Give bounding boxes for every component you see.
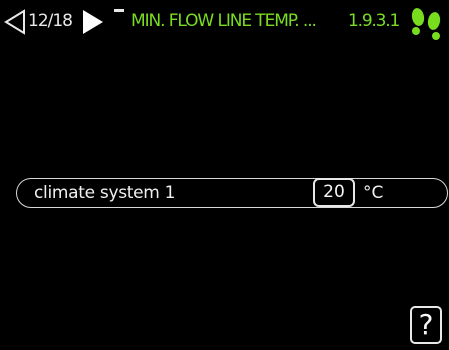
nav-back-icon[interactable] xyxy=(4,9,26,35)
header-bar: 12/18 MIN. FLOW LINE TEMP. ... 1.9.3.1 xyxy=(0,0,449,44)
setting-row-climate-system-1[interactable]: climate system 1 20 °C xyxy=(16,178,448,208)
menu-title: MIN. FLOW LINE TEMP. ... xyxy=(131,11,317,31)
menu-number: 1.9.3.1 xyxy=(348,11,400,31)
unit-label: °C xyxy=(363,183,384,203)
page-counter: 12/18 xyxy=(28,11,73,31)
footsteps-icon xyxy=(411,8,441,40)
value-field[interactable]: 20 xyxy=(313,178,355,207)
help-button[interactable]: ? xyxy=(410,306,442,344)
menu-dash xyxy=(114,9,124,12)
setting-label: climate system 1 xyxy=(34,183,176,203)
nav-forward-icon[interactable] xyxy=(81,8,105,36)
